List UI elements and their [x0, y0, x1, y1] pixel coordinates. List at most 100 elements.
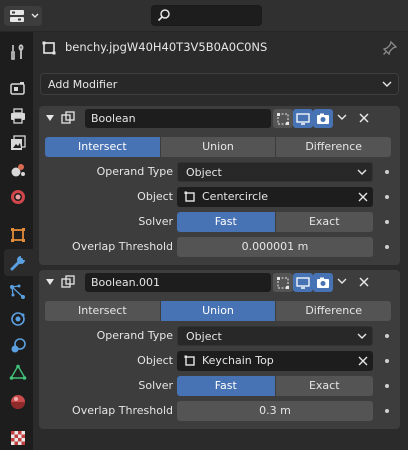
tab-physics[interactable]	[4, 305, 31, 332]
operation-difference[interactable]: Difference	[276, 301, 392, 321]
tab-object-data[interactable]	[4, 359, 31, 386]
keyframe-dot[interactable]	[385, 170, 389, 174]
chevron-down-icon[interactable]	[337, 278, 347, 286]
object-square-icon	[184, 355, 195, 366]
viewport-display-toggle[interactable]	[293, 273, 313, 292]
solver-fast[interactable]: Fast	[177, 376, 276, 396]
chevron-down-icon[interactable]	[337, 114, 347, 122]
solver-selector: Fast Exact	[177, 376, 373, 396]
modifier-name-field[interactable]: Boolean.001	[85, 273, 271, 292]
overlap-threshold-field[interactable]: 0.000001 m	[177, 237, 373, 257]
modifier-panel-boolean: Boolean Intersect Union Difference Opera…	[39, 106, 400, 265]
editor-type-dropdown[interactable]	[4, 6, 42, 26]
properties-editor-icon	[10, 10, 24, 22]
edit-mode-toggle[interactable]	[273, 109, 293, 128]
keyframe-dot[interactable]	[385, 384, 389, 388]
keyframe-dot[interactable]	[385, 245, 389, 249]
boolean-modifier-icon	[61, 275, 75, 288]
printer-icon	[11, 108, 25, 124]
modifier-name: Boolean.001	[91, 275, 161, 289]
tab-modifiers[interactable]	[4, 249, 33, 276]
tab-texture[interactable]	[4, 424, 31, 450]
object-label: Object	[137, 190, 173, 203]
texture-checker-icon	[11, 431, 25, 445]
operand-type-label: Operand Type	[96, 165, 173, 178]
object-field[interactable]: Centercircle	[177, 187, 373, 207]
operation-union[interactable]: Union	[160, 301, 277, 321]
camera-icon	[317, 277, 329, 288]
object-square-icon	[184, 191, 195, 202]
properties-tab-bar	[0, 32, 33, 450]
viewport-display-toggle[interactable]	[293, 109, 313, 128]
boolean-modifier-icon	[61, 111, 75, 124]
operation-difference[interactable]: Difference	[276, 137, 392, 157]
keyframe-dot[interactable]	[385, 220, 389, 224]
tab-material[interactable]	[4, 388, 31, 415]
image-stack-icon	[11, 135, 26, 150]
search-icon	[157, 9, 170, 22]
material-sphere-icon	[11, 395, 25, 409]
overlap-threshold-label: Overlap Threshold	[72, 404, 173, 417]
object-row: Object Keychain Top	[39, 351, 400, 371]
tab-object[interactable]	[4, 221, 31, 248]
close-icon[interactable]	[358, 276, 370, 288]
tab-tool[interactable]	[4, 38, 31, 65]
close-icon[interactable]	[358, 112, 370, 124]
search-input[interactable]	[151, 5, 262, 26]
keyframe-dot[interactable]	[385, 409, 389, 413]
tab-scene[interactable]	[4, 156, 31, 183]
tab-view-layer[interactable]	[4, 129, 31, 156]
camera-icon	[317, 113, 329, 124]
collapse-arrow-icon[interactable]	[45, 277, 55, 287]
solver-exact[interactable]: Exact	[275, 212, 373, 232]
collapse-arrow-icon[interactable]	[45, 113, 55, 123]
operation-intersect[interactable]: Intersect	[45, 137, 161, 157]
chevron-down-icon	[357, 169, 367, 175]
tab-world[interactable]	[4, 183, 31, 210]
solver-fast[interactable]: Fast	[177, 212, 276, 232]
tab-particles[interactable]	[4, 278, 31, 305]
object-field[interactable]: Keychain Top	[177, 351, 373, 371]
edit-mode-icon	[277, 277, 289, 289]
edit-mode-icon	[277, 113, 289, 125]
add-modifier-label: Add Modifier	[48, 78, 118, 91]
solver-exact[interactable]: Exact	[275, 376, 373, 396]
properties-main: benchy.jpgW40H40T3V5B0A0C0NS Add Modifie…	[33, 32, 408, 450]
camera-back-icon	[10, 82, 25, 95]
keyframe-dot[interactable]	[385, 195, 389, 199]
tab-output[interactable]	[4, 102, 31, 129]
wrench-icon	[10, 256, 25, 271]
wrench-screwdriver-icon	[11, 44, 24, 60]
operand-type-row: Operand Type Object	[39, 162, 400, 182]
overlap-threshold-row: Overlap Threshold 0.3 m	[39, 401, 400, 421]
object-square-icon	[11, 228, 25, 242]
clear-icon[interactable]	[358, 192, 368, 202]
clear-icon[interactable]	[358, 356, 368, 366]
operation-intersect[interactable]: Intersect	[45, 301, 161, 321]
edit-mode-toggle[interactable]	[273, 273, 293, 292]
monitor-icon	[296, 277, 310, 289]
overlap-threshold-row: Overlap Threshold 0.000001 m	[39, 237, 400, 257]
modifier-name-field[interactable]: Boolean	[85, 109, 271, 128]
render-toggle[interactable]	[313, 109, 333, 128]
overlap-threshold-field[interactable]: 0.3 m	[177, 401, 373, 421]
chevron-down-icon	[357, 333, 367, 339]
keyframe-dot[interactable]	[385, 334, 389, 338]
mesh-triangle-icon	[9, 364, 27, 380]
scene-icon	[11, 164, 25, 177]
pin-icon[interactable]	[382, 40, 398, 56]
solver-label: Solver	[138, 379, 173, 392]
add-modifier-dropdown[interactable]: Add Modifier	[40, 73, 399, 95]
operand-type-dropdown[interactable]: Object	[177, 326, 373, 346]
overlap-threshold-label: Overlap Threshold	[72, 240, 173, 253]
operation-union[interactable]: Union	[160, 137, 277, 157]
editor-header	[0, 0, 408, 32]
object-label: Object	[137, 354, 173, 367]
object-row: Object Centercircle	[39, 187, 400, 207]
tab-render[interactable]	[4, 75, 31, 102]
render-toggle[interactable]	[313, 273, 333, 292]
operand-type-dropdown[interactable]: Object	[177, 162, 373, 182]
monitor-icon	[296, 113, 310, 125]
tab-constraints[interactable]	[4, 332, 31, 359]
keyframe-dot[interactable]	[385, 359, 389, 363]
